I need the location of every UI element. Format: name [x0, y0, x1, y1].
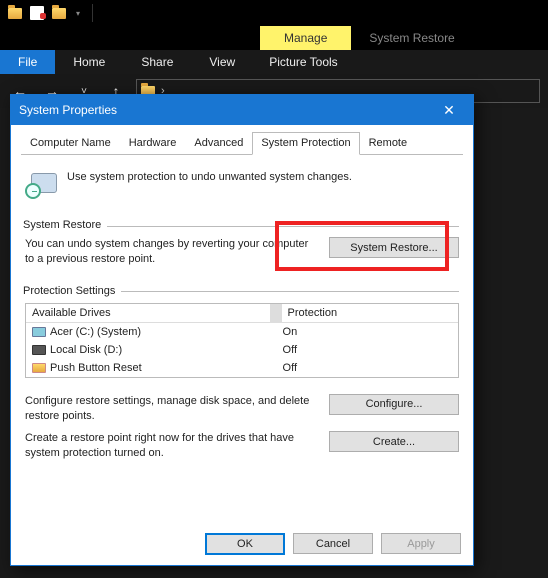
chevron-down-icon[interactable]: ▾	[72, 9, 84, 18]
system-restore-button[interactable]: System Restore...	[329, 237, 459, 258]
table-row[interactable]: Local Disk (D:) Off	[26, 341, 458, 359]
tab-hardware[interactable]: Hardware	[120, 132, 186, 155]
system-protection-icon	[25, 167, 57, 199]
drive-name: Push Button Reset	[50, 362, 142, 374]
system-properties-dialog: System Properties ✕ Computer Name Hardwa…	[10, 94, 474, 566]
close-button[interactable]: ✕	[433, 102, 465, 119]
view-tab[interactable]: View	[191, 50, 253, 74]
home-tab[interactable]: Home	[55, 50, 123, 74]
group-legend: Protection Settings	[23, 285, 115, 297]
table-header: Available Drives Protection	[26, 304, 458, 323]
drive-name: Acer (C:) (System)	[50, 326, 141, 338]
ribbon-tabs: File Home Share View Picture Tools	[0, 50, 548, 74]
table-row[interactable]: Acer (C:) (System) On	[26, 323, 458, 341]
manage-context-tab[interactable]: Manage	[260, 26, 351, 50]
properties-icon[interactable]	[28, 4, 46, 22]
protection-status: Off	[277, 341, 458, 359]
picture-tools-tab[interactable]: Picture Tools	[257, 50, 349, 74]
configure-description: Configure restore settings, manage disk …	[25, 394, 311, 424]
col-drives-header: Available Drives	[26, 304, 270, 322]
protection-settings-group: Protection Settings Available Drives Pro…	[23, 279, 461, 463]
apply-button: Apply	[381, 533, 461, 554]
folder-icon[interactable]	[50, 4, 68, 22]
tab-system-protection[interactable]: System Protection	[252, 132, 359, 155]
divider	[92, 4, 93, 22]
configure-button[interactable]: Configure...	[329, 394, 459, 415]
folder-icon	[32, 363, 46, 373]
dialog-title: System Properties	[19, 103, 433, 117]
description-text: Use system protection to undo unwanted s…	[67, 167, 352, 183]
ok-button[interactable]: OK	[205, 533, 285, 555]
explorer-quickaccess-bar: ▾	[0, 0, 548, 26]
create-description: Create a restore point right now for the…	[25, 431, 311, 461]
table-row[interactable]: Push Button Reset Off	[26, 359, 458, 377]
disk-icon	[32, 345, 46, 355]
dialog-body: Computer Name Hardware Advanced System P…	[11, 125, 473, 525]
dialog-tabs: Computer Name Hardware Advanced System P…	[21, 131, 463, 155]
cancel-button[interactable]: Cancel	[293, 533, 373, 554]
tab-computer-name[interactable]: Computer Name	[21, 132, 120, 155]
share-tab[interactable]: Share	[123, 50, 191, 74]
restore-description: You can undo system changes by reverting…	[25, 237, 311, 267]
protection-status: Off	[277, 359, 458, 377]
file-menu[interactable]: File	[0, 50, 55, 74]
folder-icon[interactable]	[6, 4, 24, 22]
disk-icon	[32, 327, 46, 337]
window-title: System Restore	[351, 26, 472, 50]
drives-table: Available Drives Protection Acer (C:) (S…	[25, 303, 459, 378]
tab-remote[interactable]: Remote	[360, 132, 417, 155]
group-legend: System Restore	[23, 219, 101, 231]
dialog-titlebar[interactable]: System Properties ✕	[11, 95, 473, 125]
system-restore-group: System Restore You can undo system chang…	[23, 213, 461, 269]
create-button[interactable]: Create...	[329, 431, 459, 452]
drive-name: Local Disk (D:)	[50, 344, 122, 356]
dialog-button-row: OK Cancel Apply	[11, 525, 473, 565]
tab-advanced[interactable]: Advanced	[185, 132, 252, 155]
ribbon-context-header: Manage System Restore	[0, 26, 548, 50]
protection-status: On	[277, 323, 458, 341]
col-protection-header: Protection	[282, 304, 458, 322]
